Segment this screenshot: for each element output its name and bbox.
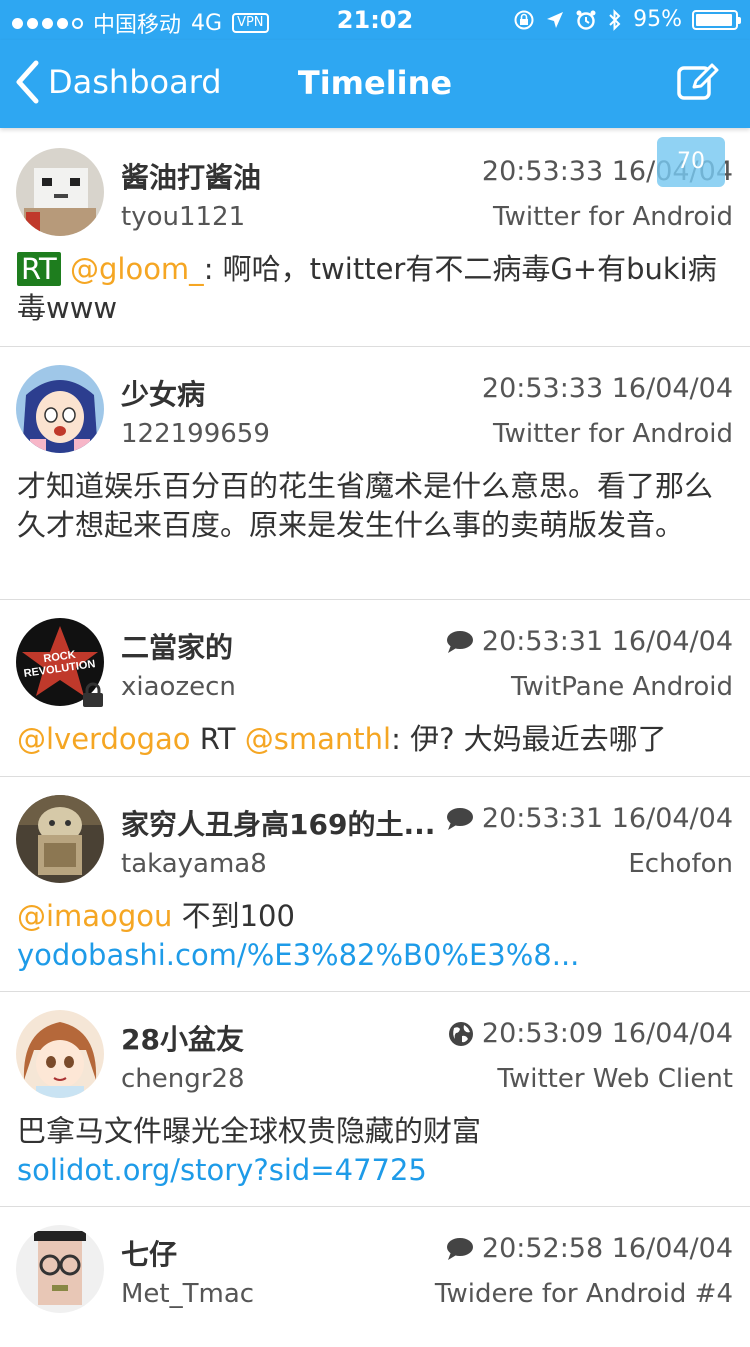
avatar[interactable]: [16, 148, 104, 236]
back-button[interactable]: Dashboard: [14, 60, 222, 104]
avatar[interactable]: [16, 795, 104, 883]
tweet-source: Twitter for Android: [493, 202, 733, 232]
reply-bubble-icon: [446, 807, 473, 830]
tweet-meta: 20:52:58 16/04/04: [446, 1233, 733, 1264]
bluetooth-icon: [609, 8, 621, 31]
tweet-item[interactable]: 家穷人丑身高169的土... 20:53:31 16/04/04 takayam…: [0, 777, 750, 992]
tweet-text: 才知道娱乐百分百的花生省魔术是什么意思。看了那么久才想起来百度。原来是发生什么事…: [17, 469, 714, 542]
mention-link[interactable]: @gloom_: [70, 252, 204, 286]
location-arrow-icon: [547, 11, 564, 28]
tweet-meta: 20:53:31 16/04/04: [446, 803, 733, 834]
tweet-source: Twidere for Android #4: [434, 1279, 733, 1309]
compose-icon: [677, 63, 719, 100]
tweet-body: RT @gloom_: 啊哈，twitter有不二病毒G+有buki病毒www: [17, 250, 733, 328]
status-right: 95%: [513, 7, 741, 32]
tweet-meta: 20:53:09 16/04/04: [448, 1018, 733, 1049]
timeline-list: 酱油打酱油 20:53:33 16/04/04 tyou1121 Twitter…: [0, 130, 750, 1347]
tweet-body: 才知道娱乐百分百的花生省魔术是什么意思。看了那么久才想起来百度。原来是发生什么事…: [17, 467, 733, 545]
retweet-badge: RT: [17, 252, 61, 286]
tweet-author-handle: tyou1121: [121, 202, 246, 232]
tweet-meta: 20:53:33 16/04/04: [482, 373, 733, 404]
navigation-bar: Dashboard Timeline: [0, 40, 750, 128]
tweet-body: @imaogou 不到100 yodobashi.com/%E3%82%B0%E…: [17, 897, 733, 975]
mention-link[interactable]: @imaogou: [17, 899, 172, 933]
avatar[interactable]: [16, 365, 104, 453]
status-bar: 中国移动 4G VPN 21:02 95%: [0, 0, 750, 40]
tweet-time: 20:53:09 16/04/04: [481, 1018, 733, 1049]
tweet-source: Echofon: [628, 849, 733, 879]
tweet-time: 20:53:31 16/04/04: [481, 626, 733, 657]
tweet-source: Twitter for Android: [493, 419, 733, 449]
tweet-text: 巴拿马文件曝光全球权贵隐藏的财富: [17, 1114, 482, 1148]
tweet-time: 20:53:31 16/04/04: [481, 803, 733, 834]
tweet-author-name: 酱油打酱油: [121, 161, 262, 194]
reply-bubble-icon: [446, 630, 473, 653]
tweet-author-name: 28小盆友: [121, 1023, 244, 1056]
tweet-source: Twitter Web Client: [497, 1064, 733, 1094]
lock-icon: [83, 682, 103, 707]
tweet-text: : 伊? 大妈最近去哪了: [391, 722, 667, 756]
compose-button[interactable]: [676, 62, 720, 106]
tweet-source: TwitPane Android: [511, 672, 733, 702]
tweet-author-name: 二當家的: [121, 631, 234, 664]
chevron-left-icon: [16, 60, 39, 104]
tweet-author-handle: Met_Tmac: [121, 1279, 255, 1309]
tweet-text: [61, 252, 70, 286]
alarm-icon: [576, 10, 596, 30]
tweet-item[interactable]: 七仔 20:52:58 16/04/04 Met_Tmac Twidere fo…: [0, 1207, 750, 1347]
tweet-author-handle: chengr28: [121, 1064, 245, 1094]
tweet-text: RT: [190, 722, 245, 756]
tweet-item[interactable]: 酱油打酱油 20:53:33 16/04/04 tyou1121 Twitter…: [0, 130, 750, 347]
tweet-author-name: 七仔: [121, 1238, 178, 1271]
avatar[interactable]: [16, 1225, 104, 1313]
tweet-author-handle: xiaozecn: [121, 672, 236, 702]
tweet-author-name: 少女病: [121, 378, 206, 411]
tweet-item[interactable]: ROCK REVOLUTION 二當家的 20:53:31 16/04/04 xi…: [0, 600, 750, 777]
tweet-time: 20:52:58 16/04/04: [481, 1233, 733, 1264]
unread-count-badge[interactable]: 70: [657, 137, 725, 187]
url-link[interactable]: yodobashi.com/%E3%82%B0%E3%8...: [17, 938, 579, 972]
tweet-item[interactable]: 28小盆友 20:53:09 16/04/04 chengr28 Twitter…: [0, 992, 750, 1207]
tweet-author-handle: takayama8: [121, 849, 267, 879]
avatar[interactable]: [16, 1010, 104, 1098]
url-link[interactable]: solidot.org/story?sid=47725: [17, 1153, 427, 1187]
globe-icon: [448, 1021, 473, 1046]
rotation-lock-icon: [514, 10, 534, 29]
tweet-body: 巴拿马文件曝光全球权贵隐藏的财富 solidot.org/story?sid=4…: [17, 1112, 733, 1190]
mention-link[interactable]: @lverdogao: [17, 722, 191, 756]
tweet-item[interactable]: 少女病 20:53:33 16/04/04 122199659 Twitter …: [0, 347, 750, 600]
tweet-author-name: 家穷人丑身高169的土...: [121, 808, 436, 841]
reply-bubble-icon: [446, 1237, 473, 1260]
battery-percent: 95%: [633, 7, 682, 32]
back-button-label: Dashboard: [48, 63, 222, 101]
tweet-author-handle: 122199659: [121, 419, 270, 449]
tweet-meta: 20:53:31 16/04/04: [446, 626, 733, 657]
tweet-time: 20:53:33 16/04/04: [481, 373, 733, 404]
battery-icon: [692, 9, 741, 30]
tweet-text: 不到100: [172, 899, 295, 933]
mention-link[interactable]: @smanthl: [245, 722, 391, 756]
tweet-body: @lverdogao RT @smanthl: 伊? 大妈最近去哪了: [17, 720, 733, 759]
